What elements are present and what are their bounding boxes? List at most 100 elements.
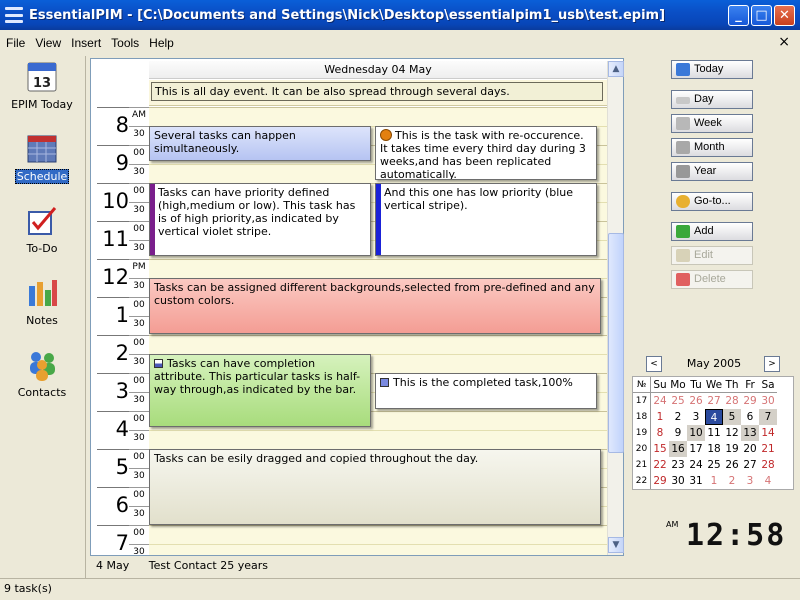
half-label: 30 — [129, 354, 149, 373]
calendar-day[interactable]: 3 — [687, 409, 705, 425]
calendar-day[interactable]: 30 — [669, 473, 687, 489]
calendar-day[interactable]: 20 — [741, 441, 759, 457]
calendar-day[interactable]: 21 — [759, 441, 777, 457]
calendar-day[interactable]: 31 — [687, 473, 705, 489]
calendar-day[interactable]: 29 — [741, 393, 759, 409]
calendar-day[interactable]: 25 — [705, 457, 723, 473]
nav-item-notes[interactable]: Notes — [0, 274, 84, 344]
year-view-button[interactable]: Year — [671, 162, 753, 181]
calendar-day[interactable]: 14 — [759, 425, 777, 441]
day-column[interactable]: Several tasks can happen simultaneously.… — [149, 107, 607, 555]
calendar-day[interactable]: 5 — [723, 409, 741, 425]
calendar-day[interactable]: 11 — [705, 425, 723, 441]
hour-label: 1 — [97, 297, 129, 335]
digital-clock: AM 12:58 — [666, 516, 784, 556]
day-view-button[interactable]: Day — [671, 90, 753, 109]
menu-view[interactable]: View — [35, 36, 61, 50]
calendar-day[interactable]: 30 — [759, 393, 777, 409]
calendar-day[interactable]: 22 — [651, 457, 669, 473]
priority-stripe — [150, 184, 155, 255]
half-label: 30 — [129, 430, 149, 449]
half-label: 00 — [129, 335, 149, 354]
menu-insert[interactable]: Insert — [71, 36, 101, 50]
nav-item-schedule[interactable]: Schedule — [0, 130, 84, 200]
calendar-day[interactable]: 17 — [687, 441, 705, 457]
calendar-day[interactable]: 1 — [705, 473, 723, 489]
calendar-day[interactable]: 26 — [687, 393, 705, 409]
calendar-day[interactable]: 2 — [669, 409, 687, 425]
calendar-day[interactable]: 18 — [705, 441, 723, 457]
scroll-thumb[interactable] — [608, 233, 624, 453]
hour-label: 2 — [97, 335, 129, 373]
task-recurring[interactable]: This is the task with re-occurence. It t… — [375, 126, 597, 180]
add-button[interactable]: Add — [671, 222, 753, 241]
calendar-day[interactable]: 7 — [759, 409, 777, 425]
week-number: 19 — [633, 425, 651, 441]
document-close-icon[interactable]: × — [778, 34, 790, 50]
week-view-button[interactable]: Week — [671, 114, 753, 133]
calendar-grid: № Su Mo Tu We Th Fr Sa 17 24 25 26 27 28… — [632, 376, 794, 490]
vertical-scrollbar[interactable]: ▲ ▼ — [607, 61, 624, 555]
scroll-up-icon[interactable]: ▲ — [608, 61, 624, 77]
nav-item-epim-today[interactable]: 13 EPIM Today — [0, 58, 84, 128]
calendar-day[interactable]: 2 — [723, 473, 741, 489]
calendar-day[interactable]: 24 — [651, 393, 669, 409]
calendar-day[interactable]: 9 — [669, 425, 687, 441]
calendar-day[interactable]: 24 — [687, 457, 705, 473]
edit-button[interactable]: Edit — [671, 246, 753, 265]
calendar-week-row: 20 15 16 17 18 19 20 21 — [633, 441, 793, 457]
today-button[interactable]: Today — [671, 60, 753, 79]
calendar-day[interactable]: 10 — [687, 425, 705, 441]
day-header[interactable]: Wednesday 04 May — [149, 61, 607, 79]
half-label: 30 — [129, 240, 149, 259]
nav-item-todo[interactable]: To-Do — [0, 202, 84, 272]
calendar-day[interactable]: 27 — [705, 393, 723, 409]
calendar-day[interactable]: 28 — [759, 457, 777, 473]
menu-file[interactable]: File — [6, 36, 25, 50]
menu-help[interactable]: Help — [149, 36, 174, 50]
task-high-priority[interactable]: Tasks can have priority defined (high,me… — [149, 183, 371, 256]
calendar-day[interactable]: 6 — [741, 409, 759, 425]
minimize-button[interactable]: _ — [728, 5, 749, 26]
calendar-day-selected[interactable]: 4 — [705, 409, 723, 425]
calendar-day[interactable]: 27 — [741, 457, 759, 473]
task-low-priority[interactable]: And this one has low priority (blue vert… — [375, 183, 597, 256]
scroll-down-icon[interactable]: ▼ — [608, 537, 624, 553]
allday-event[interactable]: This is all day event. It can be also sp… — [151, 82, 603, 101]
calendar-day[interactable]: 19 — [723, 441, 741, 457]
hour-label: 5 — [97, 449, 129, 487]
recurrence-icon — [380, 129, 392, 141]
task-custom-background[interactable]: Tasks can be assigned different backgrou… — [149, 278, 601, 334]
task-drag-copy[interactable]: Tasks can be esily dragged and copied th… — [149, 449, 601, 525]
task-text: This is the task with re-occurence. It t… — [380, 129, 586, 180]
half-label: 00 — [129, 373, 149, 392]
calendar-day[interactable]: 26 — [723, 457, 741, 473]
app-menu-icon[interactable] — [5, 7, 23, 23]
time-grid: 8 9 10 11 12 1 2 3 4 5 6 7 AM 30 00 30 0… — [91, 107, 607, 555]
calendar-next-icon[interactable]: > — [764, 356, 780, 372]
nav-item-contacts[interactable]: Contacts — [0, 346, 84, 416]
calendar-day[interactable]: 4 — [759, 473, 777, 489]
calendar-day[interactable]: 12 — [723, 425, 741, 441]
task-simultaneous[interactable]: Several tasks can happen simultaneously. — [149, 126, 371, 161]
calendar-day[interactable]: 16 — [669, 441, 687, 457]
half-label: 00 — [129, 449, 149, 468]
calendar-day[interactable]: 28 — [723, 393, 741, 409]
month-view-button[interactable]: Month — [671, 138, 753, 157]
calendar-day[interactable]: 13 — [741, 425, 759, 441]
calendar-day[interactable]: 23 — [669, 457, 687, 473]
goto-button[interactable]: Go-to... — [671, 192, 753, 211]
task-completed[interactable]: This is the completed task,100% — [375, 373, 597, 409]
calendar-day[interactable]: 8 — [651, 425, 669, 441]
maximize-button[interactable]: □ — [751, 5, 772, 26]
delete-button[interactable]: Delete — [671, 270, 753, 289]
calendar-day[interactable]: 15 — [651, 441, 669, 457]
half-label: 00 — [129, 183, 149, 202]
calendar-day[interactable]: 3 — [741, 473, 759, 489]
task-half-complete[interactable]: Tasks can have completion attribute. Thi… — [149, 354, 371, 427]
close-button[interactable]: ✕ — [774, 5, 795, 26]
menu-tools[interactable]: Tools — [111, 36, 139, 50]
calendar-day[interactable]: 29 — [651, 473, 669, 489]
calendar-day[interactable]: 1 — [651, 409, 669, 425]
calendar-day[interactable]: 25 — [669, 393, 687, 409]
